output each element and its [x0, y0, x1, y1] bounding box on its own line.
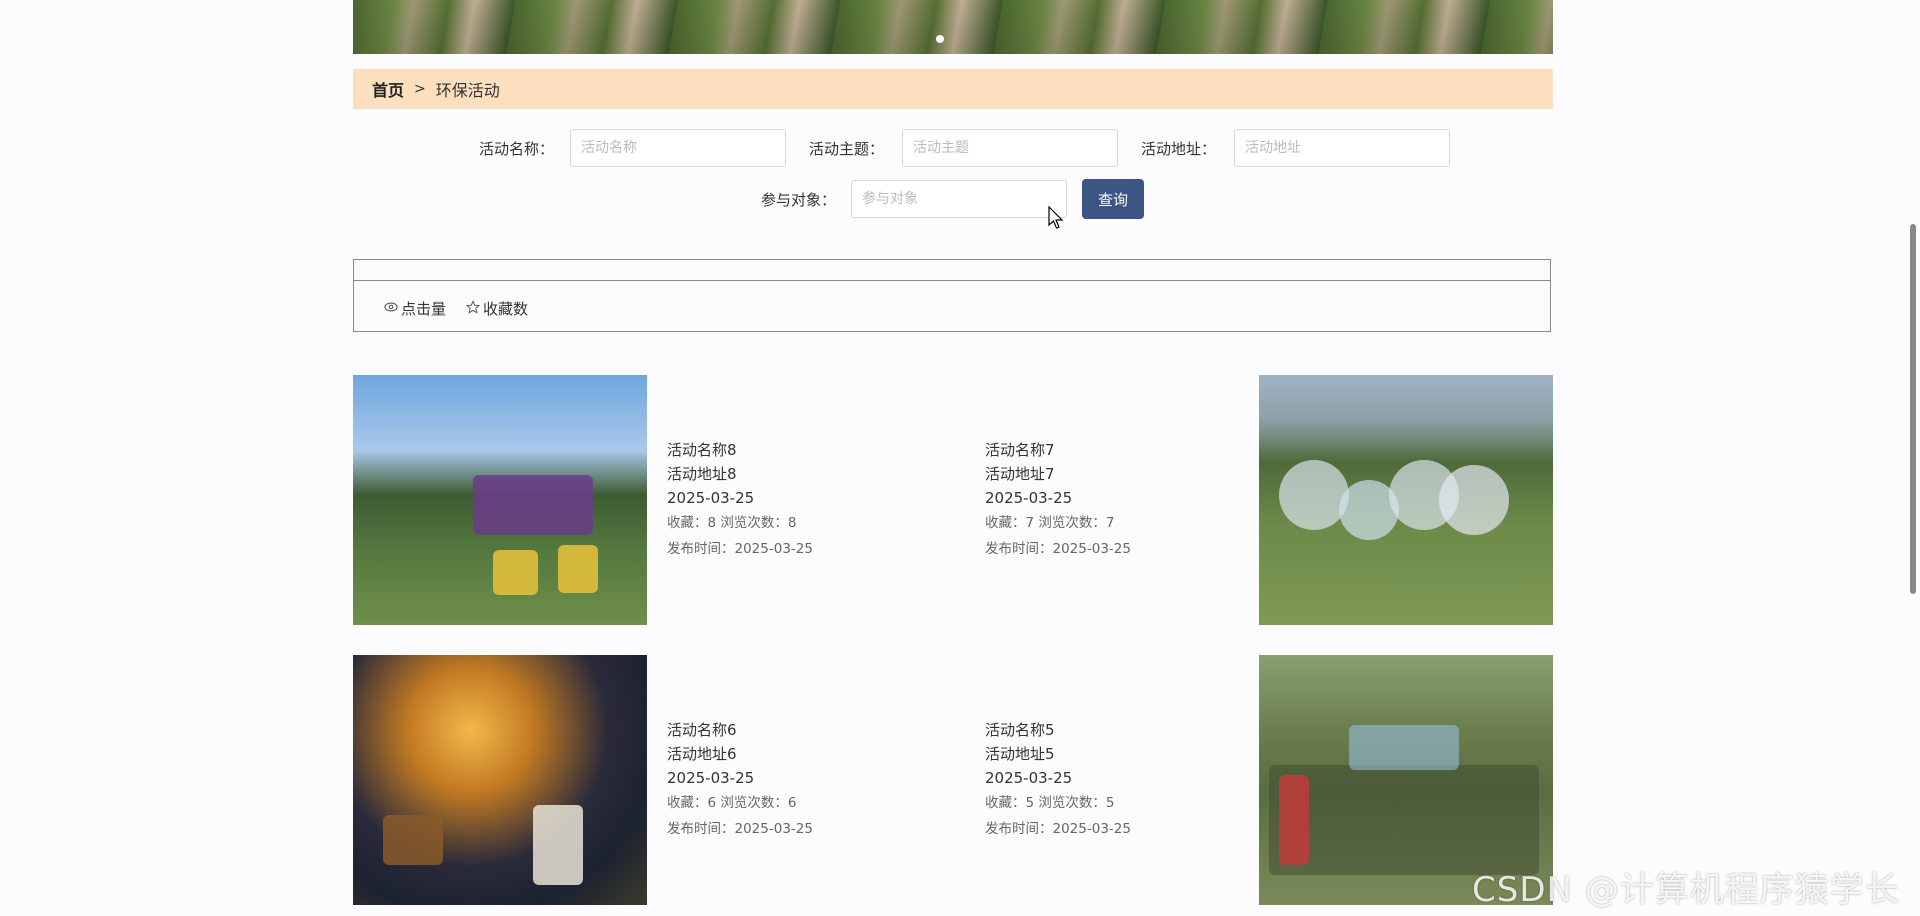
- activity-stats: 收藏：6 浏览次数：6: [667, 795, 797, 811]
- sort-divider: [354, 280, 1550, 281]
- breadcrumb-current: 环保活动: [435, 81, 500, 100]
- sort-by-clicks[interactable]: 点击量: [384, 298, 446, 319]
- activity-image[interactable]: [1259, 375, 1553, 625]
- breadcrumb-home[interactable]: 首页: [372, 77, 404, 101]
- activity-published: 发布时间：2025-03-25: [985, 541, 1131, 557]
- activity-info: 活动名称7 活动地址7 2025-03-25 收藏：7 浏览次数：7 发布时间：…: [985, 438, 1245, 562]
- search-row-1: 活动名称： 活动主题： 活动地址：: [470, 129, 1450, 167]
- activity-name: 活动名称5: [985, 721, 1055, 739]
- sort-bar: 点击量 收藏数: [353, 259, 1551, 332]
- breadcrumb-separator: >: [414, 81, 426, 97]
- activity-name-label: 活动名称：: [478, 139, 554, 158]
- activity-address-label: 活动地址：: [1140, 139, 1216, 158]
- activity-address: 活动地址7: [985, 465, 1055, 483]
- mouse-cursor-icon: [1048, 206, 1064, 229]
- activity-info: 活动名称8 活动地址8 2025-03-25 收藏：8 浏览次数：8 发布时间：…: [667, 438, 927, 562]
- activity-date: 2025-03-25: [985, 489, 1073, 507]
- activity-name-input[interactable]: [570, 129, 786, 167]
- banner-carousel[interactable]: [353, 0, 1553, 54]
- activity-published: 发布时间：2025-03-25: [985, 821, 1131, 837]
- activity-published: 发布时间：2025-03-25: [667, 821, 813, 837]
- sort-favorites-label: 收藏数: [483, 300, 529, 318]
- activity-date: 2025-03-25: [667, 489, 755, 507]
- activity-theme-label: 活动主题：: [808, 139, 884, 158]
- activity-stats: 收藏：5 浏览次数：5: [985, 795, 1115, 811]
- activity-published: 发布时间：2025-03-25: [667, 541, 813, 557]
- search-row-2: 参与对象： 查询: [752, 179, 1144, 219]
- participant-input[interactable]: [851, 180, 1067, 218]
- activity-date: 2025-03-25: [667, 769, 755, 787]
- carousel-dot[interactable]: [936, 35, 944, 43]
- activity-info: 活动名称6 活动地址6 2025-03-25 收藏：6 浏览次数：6 发布时间：…: [667, 718, 927, 842]
- star-icon: [465, 299, 481, 318]
- activity-name: 活动名称8: [667, 441, 737, 459]
- activity-info: 活动名称5 活动地址5 2025-03-25 收藏：5 浏览次数：5 发布时间：…: [985, 718, 1245, 842]
- activity-stats: 收藏：7 浏览次数：7: [985, 515, 1115, 531]
- eye-icon: [384, 300, 398, 318]
- activity-date: 2025-03-25: [985, 769, 1073, 787]
- activity-address: 活动地址6: [667, 745, 737, 763]
- breadcrumb: 首页 > 环保活动: [353, 69, 1553, 109]
- activity-name: 活动名称7: [985, 441, 1055, 459]
- activity-address-input[interactable]: [1234, 129, 1450, 167]
- activity-image[interactable]: [353, 655, 647, 905]
- activity-theme-input[interactable]: [902, 129, 1118, 167]
- watermark: CSDN @计算机程序猿学长: [1472, 870, 1900, 910]
- scrollbar-thumb[interactable]: [1910, 224, 1916, 594]
- activity-image[interactable]: [353, 375, 647, 625]
- sort-by-favorites[interactable]: 收藏数: [465, 298, 529, 319]
- sort-clicks-label: 点击量: [401, 300, 447, 318]
- activity-stats: 收藏：8 浏览次数：8: [667, 515, 797, 531]
- activity-address: 活动地址5: [985, 745, 1055, 763]
- participant-label: 参与对象：: [760, 190, 836, 209]
- query-button[interactable]: 查询: [1082, 179, 1144, 219]
- activity-name: 活动名称6: [667, 721, 737, 739]
- activity-address: 活动地址8: [667, 465, 737, 483]
